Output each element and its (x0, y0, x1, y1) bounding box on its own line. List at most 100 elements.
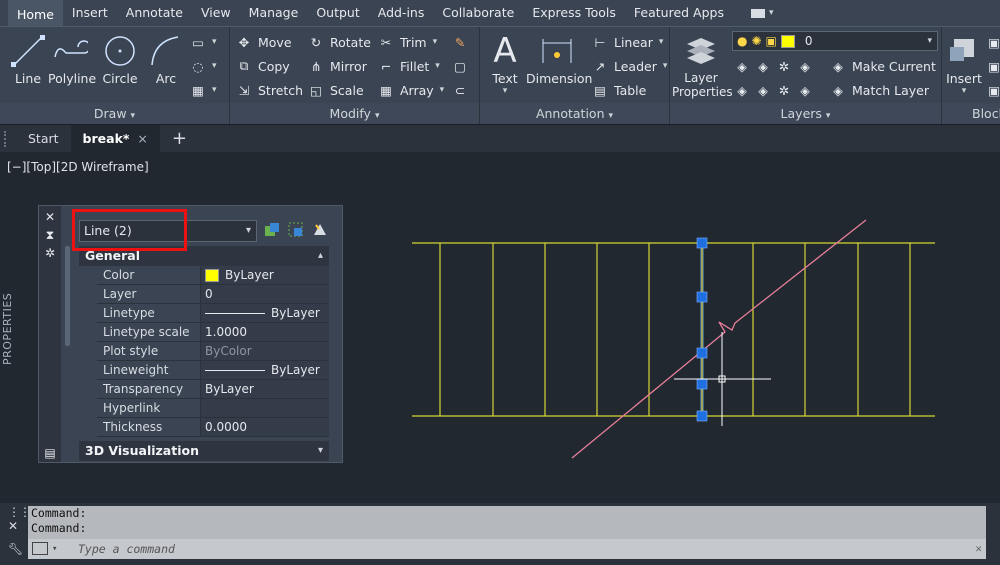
layer-thaw-icon[interactable]: ✲ (776, 82, 792, 98)
layer-unlock-icon[interactable]: ◈ (797, 82, 813, 98)
toggle-pickadd-icon[interactable] (263, 221, 281, 239)
grip-handle[interactable]: ⋮⋮ (8, 505, 31, 519)
chevron-down-icon[interactable]: ▾ (52, 539, 57, 559)
ribbon-minimize-button[interactable]: ▾ (750, 8, 774, 18)
linear-dimension-button[interactable]: ⊢ Linear ▾ (592, 31, 664, 53)
explode-button[interactable]: ▢ (452, 55, 468, 77)
layer-isolate-icon[interactable]: ◈ (755, 58, 771, 74)
mirror-button[interactable]: ⋔ Mirror (308, 55, 367, 77)
auto-hide-icon[interactable]: ⧗ (43, 228, 57, 242)
wrench-icon[interactable]: 🔧︎ (8, 542, 23, 556)
property-row-thickness[interactable]: Thickness 0.0000 (97, 418, 329, 437)
file-tab-start[interactable]: Start (16, 125, 71, 153)
property-value[interactable]: ByLayer (201, 304, 329, 322)
property-row-layer[interactable]: Layer 0 (97, 285, 329, 304)
insert-block-button[interactable]: Insert ▾ (946, 31, 982, 96)
property-value[interactable]: ByLayer (201, 380, 329, 398)
offset-button[interactable]: ⊂ (452, 79, 468, 101)
layer-freeze-icon[interactable]: ✲ (776, 58, 792, 74)
break-line[interactable] (571, 219, 867, 459)
layer-properties-button[interactable]: Layer Properties (672, 31, 733, 99)
tab-express-tools[interactable]: Express Tools (523, 0, 625, 26)
tab-home[interactable]: Home (8, 0, 63, 26)
stretch-button[interactable]: ⇲ Stretch (236, 79, 303, 101)
block-edit-button[interactable]: ▣ (986, 55, 1000, 77)
grip-handle[interactable] (696, 291, 708, 303)
selection-dropdown[interactable]: Line (2) ▾ (79, 220, 257, 242)
arc-tool-button[interactable]: Arc (148, 31, 184, 86)
leader-button[interactable]: ↗ Leader ▾ (592, 55, 668, 77)
grip-handle[interactable] (696, 410, 708, 422)
property-value[interactable]: 0.0000 (201, 418, 329, 436)
layer-dropdown[interactable]: ● ✺ ▣ 0 ▾ (732, 31, 938, 51)
layer-off-icon[interactable]: ◈ (734, 58, 750, 74)
layer-on-icon[interactable]: ◈ (734, 82, 750, 98)
tab-manage[interactable]: Manage (240, 0, 308, 26)
command-input[interactable]: ▾ Type a command ✕ (28, 539, 986, 559)
palette-scrollbar[interactable] (65, 246, 70, 346)
layer-lock-icon[interactable]: ◈ (797, 58, 813, 74)
annotation-panel-title[interactable]: Annotation ▾ (480, 103, 669, 125)
text-tool-button[interactable]: A Text ▾ (488, 31, 522, 96)
hatch-tool-button[interactable]: ▦ ▾ (190, 79, 216, 101)
circle-tool-button[interactable]: Circle (100, 31, 140, 86)
property-value[interactable]: ByLayer (201, 266, 329, 284)
property-row-lineweight[interactable]: Lineweight ByLayer (97, 361, 329, 380)
polyline-tool-button[interactable]: Polyline (48, 31, 96, 86)
erase-button[interactable]: ✎ (452, 31, 468, 53)
tab-add-ins[interactable]: Add-ins (369, 0, 434, 26)
tab-annotate[interactable]: Annotate (117, 0, 192, 26)
rectangle-tool-button[interactable]: ▭ ▾ (190, 31, 216, 53)
match-layer-button[interactable]: ◈ Match Layer (830, 79, 929, 101)
file-tab-break[interactable]: break* × (70, 124, 160, 153)
tab-collaborate[interactable]: Collaborate (433, 0, 523, 26)
general-section-header[interactable]: General ▴ (79, 246, 329, 266)
quick-select-icon[interactable] (311, 221, 329, 239)
grip-handle[interactable] (696, 347, 708, 359)
palette-menu-icon[interactable]: ▤ (43, 446, 57, 460)
close-icon[interactable]: ✕ (8, 519, 18, 533)
select-objects-icon[interactable] (287, 221, 305, 239)
tab-featured-apps[interactable]: Featured Apps (625, 0, 733, 26)
block-create-button[interactable]: ▣ (986, 31, 1000, 53)
modify-panel-title[interactable]: Modify ▾ (230, 103, 479, 125)
rotate-button[interactable]: ↻ Rotate (308, 31, 371, 53)
draw-panel-title[interactable]: Draw ▾ (0, 103, 229, 125)
array-button[interactable]: ▦ Array ▾ (378, 79, 444, 101)
property-value[interactable]: 0 (201, 285, 329, 303)
table-button[interactable]: ▤ Table (592, 79, 646, 101)
property-row-linetype-scale[interactable]: Linetype scale 1.0000 (97, 323, 329, 342)
property-row-linetype[interactable]: Linetype ByLayer (97, 304, 329, 323)
scale-button[interactable]: ◱ Scale (308, 79, 364, 101)
line-tool-button[interactable]: Line (8, 31, 48, 86)
tab-insert[interactable]: Insert (63, 0, 117, 26)
close-icon[interactable]: × (137, 131, 147, 146)
property-row-hyperlink[interactable]: Hyperlink (97, 399, 329, 418)
layer-unisolate-icon[interactable]: ◈ (755, 82, 771, 98)
property-value[interactable]: 1.0000 (201, 323, 329, 341)
copy-button[interactable]: ⧉ Copy (236, 55, 290, 77)
fillet-button[interactable]: ⌐ Fillet ▾ (378, 55, 440, 77)
property-row-transparency[interactable]: Transparency ByLayer (97, 380, 329, 399)
make-current-button[interactable]: ◈ Make Current (830, 55, 936, 77)
block-attribute-button[interactable]: ▣ (986, 79, 1000, 101)
new-tab-button[interactable]: + (160, 125, 199, 153)
visualization-section-header[interactable]: 3D Visualization ▾ (79, 441, 329, 461)
settings-icon[interactable]: ✲ (43, 246, 57, 260)
dimension-tool-button[interactable]: Dimension (526, 31, 592, 86)
close-icon[interactable]: ✕ (975, 539, 982, 559)
grip-handle[interactable] (696, 237, 708, 249)
tab-view[interactable]: View (192, 0, 240, 26)
property-row-plot-style[interactable]: Plot style ByColor (97, 342, 329, 361)
layers-panel-title[interactable]: Layers ▾ (670, 103, 941, 125)
property-value[interactable]: ByLayer (201, 361, 329, 379)
move-button[interactable]: ✥ Move (236, 31, 292, 53)
property-value[interactable] (201, 399, 329, 417)
close-icon[interactable]: ✕ (43, 210, 57, 224)
tab-output[interactable]: Output (307, 0, 368, 26)
property-row-color[interactable]: Color ByLayer (97, 266, 329, 285)
grip-handle[interactable] (696, 378, 708, 390)
trim-button[interactable]: ✂ Trim ▾ (378, 31, 437, 53)
ellipse-tool-button[interactable]: ◌ ▾ (190, 55, 217, 77)
block-panel-title[interactable]: Block (942, 103, 1000, 125)
